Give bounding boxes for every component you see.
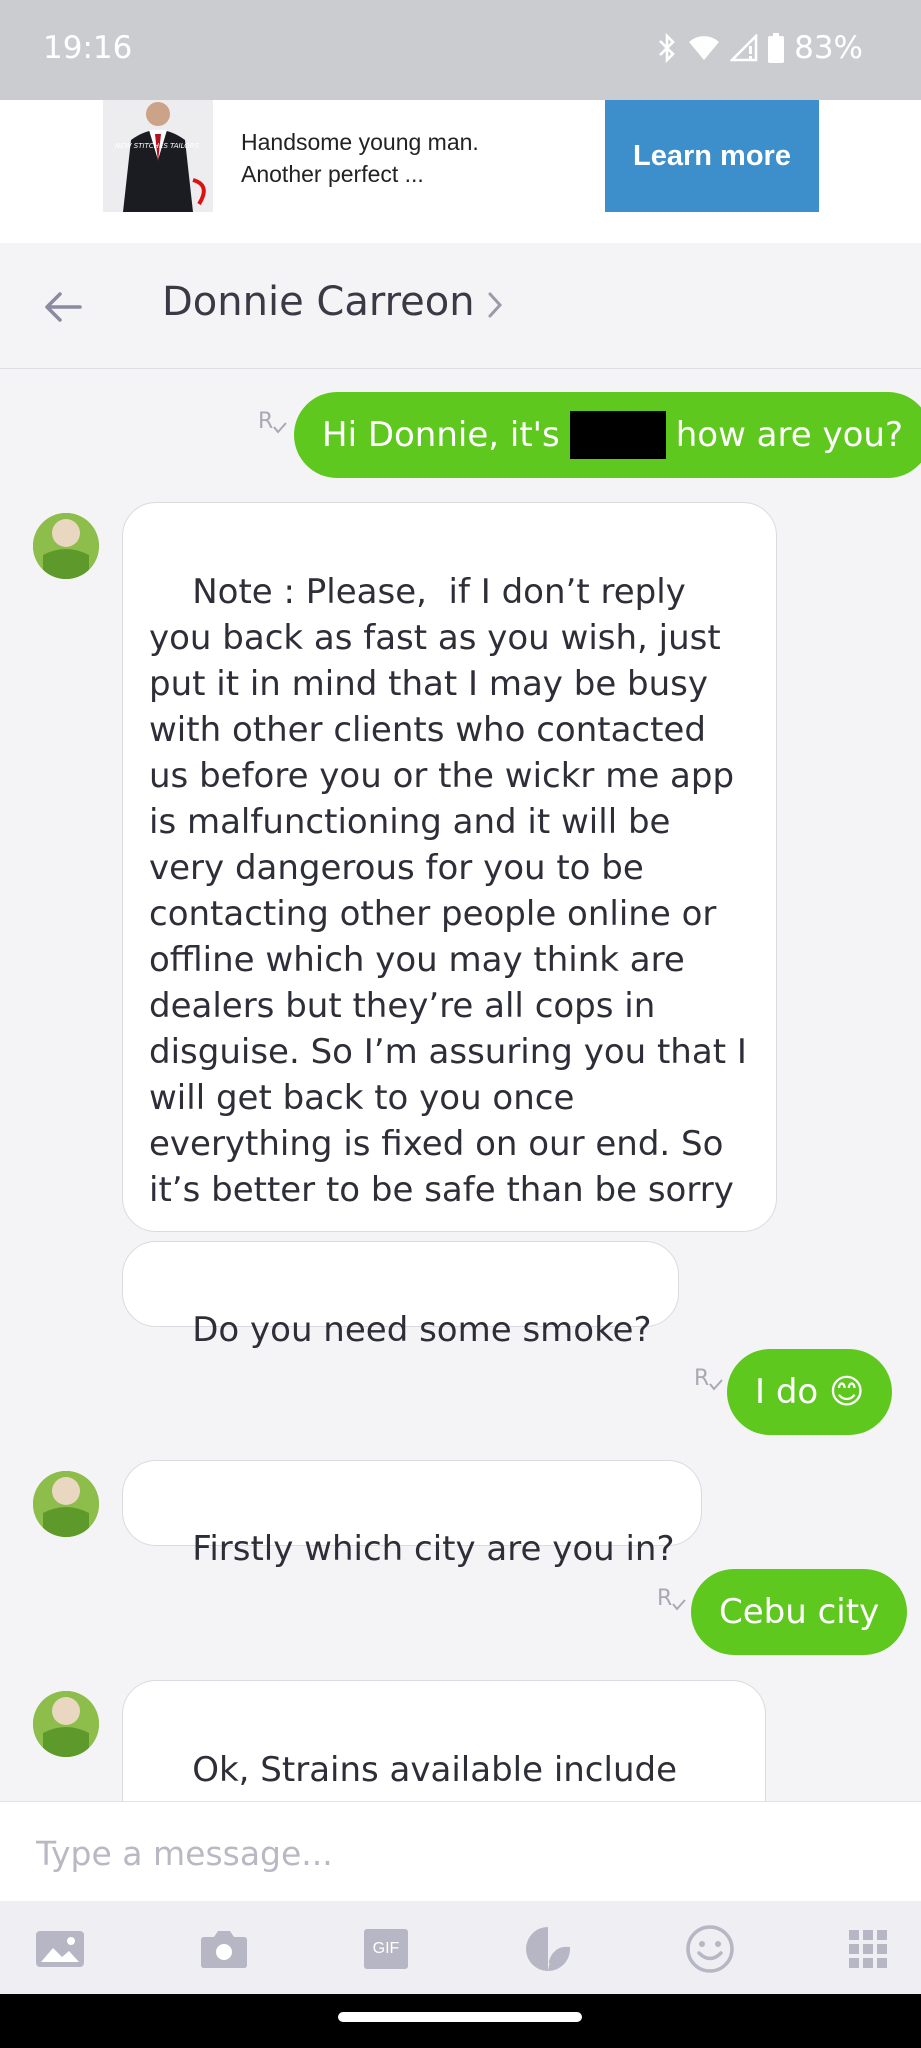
contact-avatar[interactable] <box>33 513 99 579</box>
message-text: Note : Please, if I don’t reply you back… <box>149 572 747 1302</box>
camera-icon[interactable] <box>198 1925 250 1973</box>
contact-avatar[interactable] <box>33 1471 99 1537</box>
ad-text[interactable]: Handsome young man. Another perfect ... <box>241 126 479 190</box>
message-text: how are you? <box>675 415 903 455</box>
incoming-message[interactable]: Ok, Strains available include jack herer… <box>122 1680 766 1801</box>
battery-icon <box>768 33 785 63</box>
ad-line-2: Another perfect ... <box>241 161 424 187</box>
outgoing-message[interactable]: Cebu city <box>691 1569 908 1655</box>
outgoing-message[interactable]: I do 😊 <box>727 1349 893 1435</box>
read-receipt-icon: R <box>657 1586 687 1611</box>
incoming-message[interactable]: Do you need some smoke? <box>122 1241 679 1350</box>
conversation-header: Donnie Carreon <box>0 243 921 369</box>
read-receipt-icon: R <box>258 409 288 434</box>
message-text: Ok, Strains available include jack herer… <box>149 1750 719 1801</box>
sticker-icon[interactable] <box>522 1925 574 1973</box>
message-list[interactable]: R Hi Donnie, it's how are you? Note : Pl… <box>0 369 921 1801</box>
incoming-message[interactable]: Firstly which city are you in? <box>122 1460 702 1569</box>
home-gesture-pill[interactable] <box>338 2012 582 2022</box>
gallery-icon[interactable] <box>34 1925 86 1973</box>
contact-name[interactable]: Donnie Carreon <box>162 279 475 325</box>
redacted-block <box>569 411 666 459</box>
message-text: I do 😊 <box>755 1372 865 1412</box>
gif-label: GIF <box>372 1940 400 1957</box>
status-time: 19:16 <box>43 30 133 66</box>
gif-icon[interactable]: GIF <box>360 1925 412 1973</box>
battery-percent: 83% <box>794 30 863 66</box>
message-input[interactable] <box>34 1826 878 1880</box>
attachment-toolbar: GIF <box>0 1901 921 1994</box>
ad-thumbnail[interactable]: NEW STITCHES TAILORS <box>103 100 213 212</box>
contact-avatar[interactable] <box>33 1691 99 1757</box>
ad-thumb-brand: NEW STITCHES TAILORS <box>115 142 200 150</box>
emoji-icon[interactable] <box>684 1925 736 1973</box>
read-receipt-icon: R <box>694 1366 724 1391</box>
back-arrow-icon[interactable] <box>40 283 88 331</box>
message-text: Do you need some smoke? <box>192 1310 652 1350</box>
status-bar: 19:16 83% <box>0 0 921 100</box>
wifi-icon <box>688 35 720 61</box>
more-apps-grid-icon[interactable] <box>842 1925 894 1973</box>
ad-banner[interactable]: NEW STITCHES TAILORS Handsome young man.… <box>0 100 921 243</box>
outgoing-message[interactable]: Hi Donnie, it's how are you? <box>294 392 921 478</box>
system-navigation-bar <box>0 1994 921 2048</box>
message-composer <box>0 1801 921 1902</box>
signal-icon <box>730 34 758 62</box>
bluetooth-icon <box>656 33 678 63</box>
message-text: Cebu city <box>719 1592 880 1632</box>
ad-line-1: Handsome young man. <box>241 129 479 155</box>
message-text: Hi Donnie, it's <box>322 415 560 455</box>
learn-more-button[interactable]: Learn more <box>605 100 819 212</box>
status-icons: 83% <box>656 30 863 66</box>
incoming-message[interactable]: Note : Please, if I don’t reply you back… <box>122 502 777 1302</box>
chevron-right-icon[interactable] <box>486 291 504 323</box>
message-text: Firstly which city are you in? <box>192 1529 675 1569</box>
